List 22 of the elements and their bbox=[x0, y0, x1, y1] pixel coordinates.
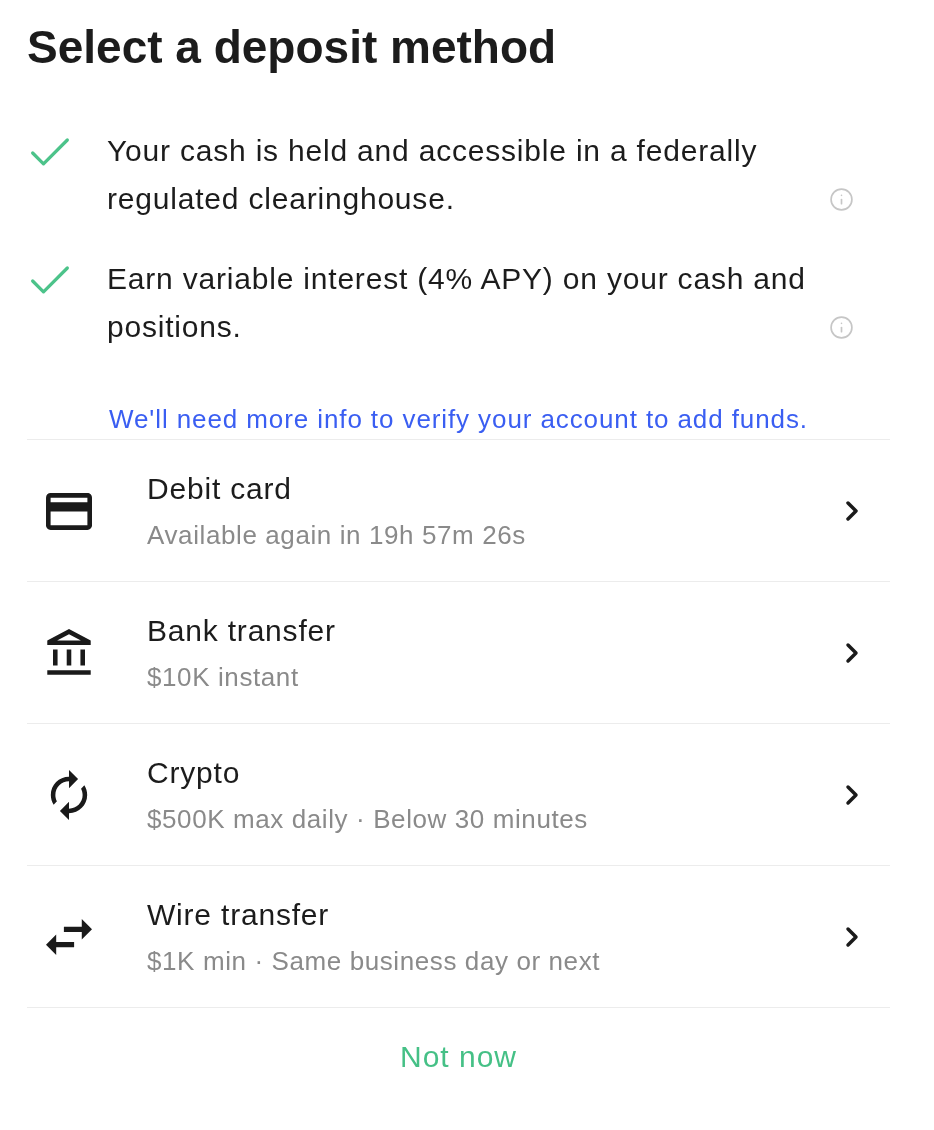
credit-card-icon bbox=[46, 492, 92, 530]
method-subtitle: $500K max daily · Below 30 minutes bbox=[147, 803, 588, 835]
info-icon[interactable] bbox=[829, 314, 854, 340]
bank-icon bbox=[47, 629, 91, 677]
deposit-method-item[interactable]: Bank transfer $10K instant bbox=[27, 581, 890, 723]
benefit-text: Your cash is held and accessible in a federally regulated clearinghouse. bbox=[107, 133, 759, 217]
method-title: Wire transfer bbox=[147, 897, 330, 933]
deposit-method-item[interactable]: Crypto $500K max daily · Below 30 minutes bbox=[27, 723, 890, 865]
method-title: Crypto bbox=[147, 755, 241, 791]
method-subtitle: $1K min · Same business day or next bbox=[147, 945, 601, 977]
page-title: Select a deposit method bbox=[27, 20, 557, 75]
verify-account-link[interactable]: We'll need more info to verify your account to add funds. bbox=[109, 403, 808, 435]
swap-arrows-icon bbox=[46, 919, 92, 955]
method-title: Debit card bbox=[147, 471, 292, 507]
info-icon[interactable] bbox=[829, 186, 854, 212]
deposit-method-item[interactable]: Debit card Available again in 19h 57m 26s bbox=[27, 439, 890, 581]
benefit-text: Earn variable interest (4% APY) on your cash and positions. bbox=[107, 261, 807, 345]
method-subtitle: Available again in 19h 57m 26s bbox=[147, 519, 526, 551]
method-subtitle: $10K instant bbox=[147, 661, 299, 693]
method-title: Bank transfer bbox=[147, 613, 336, 649]
circular-arrows-icon bbox=[49, 770, 89, 820]
deposit-method-item[interactable]: Wire transfer $1K min · Same business day or next bbox=[27, 865, 890, 1008]
